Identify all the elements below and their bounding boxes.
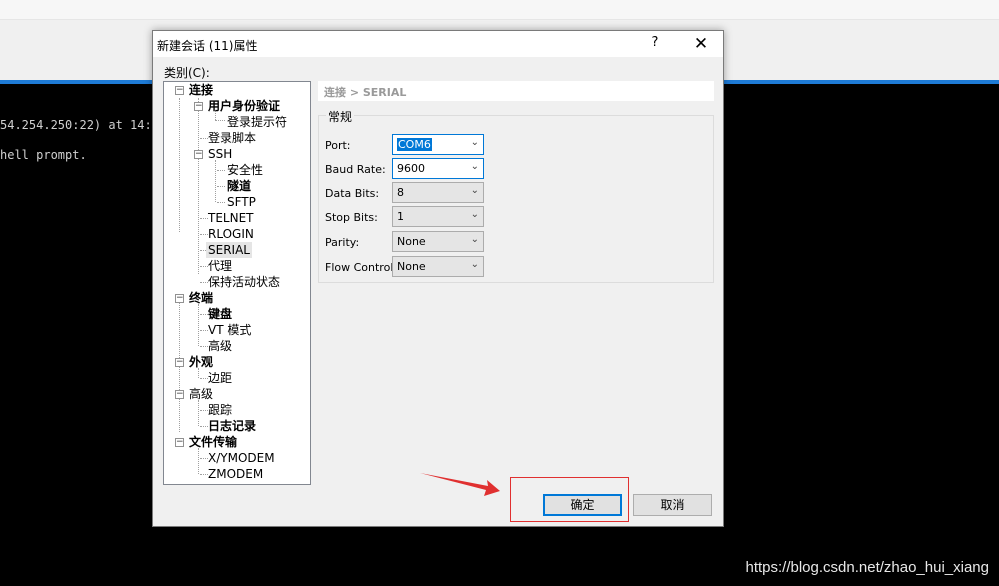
tree-item-xymodem[interactable]: X/YMODEM <box>208 450 275 466</box>
tree-item-file-transfer[interactable]: 文件传输 <box>189 434 237 450</box>
tree-item-tunnel[interactable]: 隧道 <box>227 178 251 194</box>
help-button[interactable]: ? <box>645 35 665 53</box>
chevron-down-icon: ⌄ <box>470 209 479 220</box>
chevron-down-icon: ⌄ <box>470 185 479 196</box>
category-tree[interactable]: − − − − − − − 连接 用户身份验证 登录提示符 登录脚本 SSH 安… <box>163 81 311 485</box>
port-select[interactable]: COM6 ⌄ <box>392 134 484 155</box>
tree-item-rlogin[interactable]: RLOGIN <box>208 226 254 242</box>
tree-item-connection[interactable]: 连接 <box>189 82 213 98</box>
dialog-titlebar[interactable]: 新建会话 (11)属性 ? ✕ <box>153 31 723 57</box>
close-button[interactable]: ✕ <box>689 33 713 55</box>
collapse-toggle-icon[interactable]: − <box>175 358 184 367</box>
tree-item-security[interactable]: 安全性 <box>227 162 263 178</box>
background-toolbar-strip <box>0 0 999 20</box>
watermark: https://blog.csdn.net/zhao_hui_xiang <box>745 559 989 576</box>
stop-bits-value: 1 <box>397 210 404 223</box>
baud-rate-label: Baud Rate: <box>325 163 386 176</box>
port-label: Port: <box>325 139 351 152</box>
tree-item-appearance[interactable]: 外观 <box>189 354 213 370</box>
breadcrumb: 连接 > SERIAL <box>318 81 714 101</box>
tree-item-trace[interactable]: 跟踪 <box>208 402 232 418</box>
ok-button[interactable]: 确定 <box>543 494 622 516</box>
tree-item-advanced[interactable]: 高级 <box>208 338 232 354</box>
terminal-line: hell prompt. <box>0 148 87 162</box>
tree-item-keepalive[interactable]: 保持活动状态 <box>208 274 280 290</box>
collapse-toggle-icon[interactable]: − <box>175 390 184 399</box>
dialog-title: 新建会话 (11)属性 <box>157 39 258 53</box>
tree-item-auth[interactable]: 用户身份验证 <box>208 98 280 114</box>
tree-item-ssh[interactable]: SSH <box>208 146 232 162</box>
tree-item-zmodem[interactable]: ZMODEM <box>208 466 263 482</box>
collapse-toggle-icon[interactable]: − <box>194 150 203 159</box>
collapse-toggle-icon[interactable]: − <box>194 102 203 111</box>
tree-item-keyboard[interactable]: 键盘 <box>208 306 232 322</box>
flow-control-label: Flow Control: <box>325 261 398 274</box>
collapse-toggle-icon[interactable]: − <box>175 294 184 303</box>
parity-value: None <box>397 235 426 248</box>
flow-control-value: None <box>397 260 426 273</box>
collapse-toggle-icon[interactable]: − <box>175 86 184 95</box>
chevron-down-icon: ⌄ <box>470 161 479 172</box>
port-value: COM6 <box>397 138 432 151</box>
parity-label: Parity: <box>325 236 360 249</box>
tree-item-margin[interactable]: 边距 <box>208 370 232 386</box>
tree-item-proxy[interactable]: 代理 <box>208 258 232 274</box>
flow-control-select[interactable]: None ⌄ <box>392 256 484 277</box>
chevron-down-icon: ⌄ <box>470 259 479 270</box>
stop-bits-label: Stop Bits: <box>325 211 378 224</box>
cancel-button[interactable]: 取消 <box>633 494 712 516</box>
baud-rate-select[interactable]: 9600 ⌄ <box>392 158 484 179</box>
tree-item-login-prompt[interactable]: 登录提示符 <box>227 114 287 130</box>
tree-item-terminal[interactable]: 终端 <box>189 290 213 306</box>
tree-item-login-script[interactable]: 登录脚本 <box>208 130 256 146</box>
data-bits-select[interactable]: 8 ⌄ <box>392 182 484 203</box>
category-label: 类别(C): <box>164 66 210 80</box>
data-bits-value: 8 <box>397 186 404 199</box>
tree-item-advanced-root[interactable]: 高级 <box>189 386 213 402</box>
group-title: 常规 <box>326 108 355 125</box>
session-properties-dialog: 新建会话 (11)属性 ? ✕ 类别(C): − − − − − − − 连接 … <box>152 30 724 527</box>
data-bits-label: Data Bits: <box>325 187 380 200</box>
tree-item-vt-mode[interactable]: VT 模式 <box>208 322 251 338</box>
chevron-down-icon: ⌄ <box>470 137 479 148</box>
tree-item-telnet[interactable]: TELNET <box>208 210 254 226</box>
terminal-line: 54.254.250:22) at 14:2 <box>0 118 159 132</box>
chevron-down-icon: ⌄ <box>470 234 479 245</box>
collapse-toggle-icon[interactable]: − <box>175 438 184 447</box>
tree-item-serial[interactable]: SERIAL <box>206 242 252 258</box>
parity-select[interactable]: None ⌄ <box>392 231 484 252</box>
stop-bits-select[interactable]: 1 ⌄ <box>392 206 484 227</box>
baud-rate-value: 9600 <box>397 162 425 175</box>
tree-item-sftp[interactable]: SFTP <box>227 194 256 210</box>
tree-item-logging[interactable]: 日志记录 <box>208 418 256 434</box>
